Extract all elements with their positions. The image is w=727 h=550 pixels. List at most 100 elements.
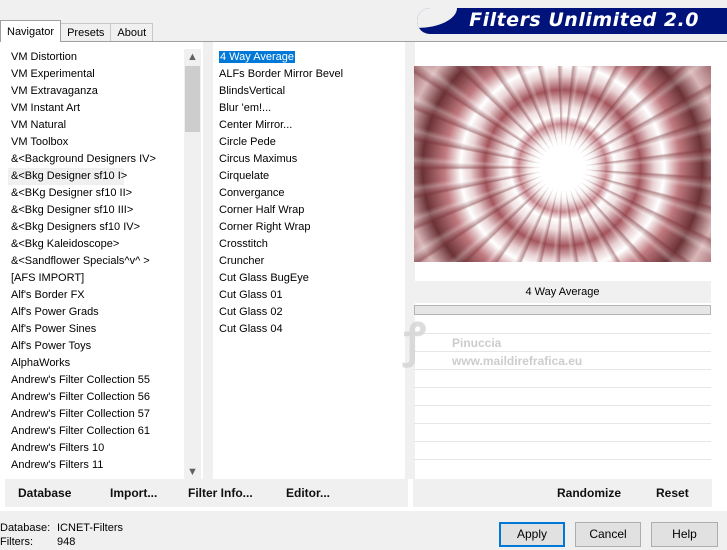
tab-navigator[interactable]: Navigator xyxy=(0,20,62,42)
parameter-row xyxy=(414,423,711,424)
app-title: Filters Unlimited 2.0 xyxy=(469,9,699,31)
category-item[interactable]: Alf's Power Sines xyxy=(0,321,184,338)
watermark-name: Pinuccia xyxy=(452,336,502,350)
category-item[interactable]: Andrew's Filter Collection 56 xyxy=(0,389,184,406)
database-button[interactable]: Database xyxy=(18,479,71,507)
filter-item[interactable]: BlindsVertical xyxy=(217,83,402,100)
filter-item-label: Crosstitch xyxy=(219,238,268,250)
reset-button[interactable]: Reset xyxy=(656,479,689,507)
tab-presets[interactable]: Presets xyxy=(60,23,112,42)
preview-filter-name: 4 Way Average xyxy=(414,281,711,303)
filter-item[interactable]: 4 Way Average xyxy=(217,49,402,66)
parameter-row xyxy=(414,441,711,442)
preview-image xyxy=(414,66,711,262)
tab-about[interactable]: About xyxy=(110,23,154,42)
category-item[interactable]: VM Distortion xyxy=(0,49,184,66)
filter-item-label: 4 Way Average xyxy=(219,51,295,63)
parameter-row xyxy=(414,369,711,370)
filter-item-label: Convergance xyxy=(219,187,285,199)
filter-item-label: BlindsVertical xyxy=(219,85,286,97)
filter-list[interactable]: 4 Way Average ALFs Border Mirror Bevel Bli… xyxy=(217,49,402,338)
filter-item[interactable]: Convergance xyxy=(217,185,402,202)
category-item[interactable]: &<Bkg Designer sf10 I> xyxy=(8,168,127,185)
category-item[interactable]: VM Instant Art xyxy=(0,100,184,117)
category-item[interactable]: Alf's Power Toys xyxy=(0,338,184,355)
filter-item-label: Cut Glass BugEye xyxy=(219,272,309,284)
category-item[interactable]: VM Experimental xyxy=(0,66,184,83)
category-item[interactable]: Andrew's Filter Collection 57 xyxy=(0,406,184,423)
category-item[interactable]: Alf's Power Grads xyxy=(0,304,184,321)
category-item[interactable]: &<Bkg Kaleidoscope> xyxy=(0,236,184,253)
watermark-url: www.maildirefrafica.eu xyxy=(452,354,583,368)
cancel-button[interactable]: Cancel xyxy=(575,522,641,547)
filter-item-label: Corner Right Wrap xyxy=(219,221,311,233)
category-item[interactable]: VM Toolbox xyxy=(0,134,184,151)
filter-item[interactable]: Corner Half Wrap xyxy=(217,202,402,219)
filter-item-label: Cut Glass 01 xyxy=(219,289,283,301)
category-item[interactable]: Andrew's Filters 11 xyxy=(0,457,184,469)
parameter-slider[interactable] xyxy=(414,305,711,315)
filter-item[interactable]: Circus Maximus xyxy=(217,151,402,168)
category-item[interactable]: Alf's Border FX xyxy=(0,287,184,304)
filters-label: Filters: xyxy=(0,536,33,548)
scroll-up-icon[interactable]: ▲ xyxy=(184,49,201,66)
category-item[interactable]: &<Background Designers IV> xyxy=(0,151,184,168)
filter-item[interactable]: Cirquelate xyxy=(217,168,402,185)
filter-item[interactable]: Cut Glass 02 xyxy=(217,304,402,321)
filter-item-label: Circus Maximus xyxy=(219,153,298,165)
parameter-row xyxy=(414,405,711,406)
filter-item[interactable]: Circle Pede xyxy=(217,134,402,151)
filter-actions-bar: Database Import... Filter Info... Editor… xyxy=(5,479,408,507)
filter-item[interactable]: Center Mirror... xyxy=(217,117,402,134)
preview-actions-bar: Randomize Reset xyxy=(413,479,712,507)
filter-item-label: Cut Glass 02 xyxy=(219,306,283,318)
category-scrollbar[interactable]: ▲ ▼ xyxy=(184,49,201,481)
column-divider xyxy=(203,42,213,479)
filter-item[interactable]: Cruncher xyxy=(217,253,402,270)
filter-item[interactable]: Cut Glass 01 xyxy=(217,287,402,304)
import-button[interactable]: Import... xyxy=(110,479,157,507)
filter-item-label: Cruncher xyxy=(219,255,265,267)
category-item[interactable]: Andrew's Filter Collection 55 xyxy=(0,372,184,389)
category-item[interactable]: &<Bkg Designer sf10 III> xyxy=(0,202,184,219)
filter-item-label: Circle Pede xyxy=(219,136,276,148)
filter-item-label: Blur 'em!... xyxy=(219,102,272,114)
filter-item[interactable]: Crosstitch xyxy=(217,236,402,253)
navigator-panel: VM Distortion VM Experimental VM Extravaga… xyxy=(0,41,727,511)
category-item[interactable]: VM Extravaganza xyxy=(0,83,184,100)
filter-item-label: Cirquelate xyxy=(219,170,270,182)
category-item[interactable]: AlphaWorks xyxy=(0,355,184,372)
scroll-thumb[interactable] xyxy=(185,66,200,132)
filter-item[interactable]: Cut Glass 04 xyxy=(217,321,402,338)
category-item[interactable]: &<BKg Designer sf10 II> xyxy=(0,185,184,202)
filter-item[interactable]: Cut Glass BugEye xyxy=(217,270,402,287)
filter-info-button[interactable]: Filter Info... xyxy=(188,479,253,507)
filters-count: 948 xyxy=(57,536,76,548)
watermark: ꝭ Pinuccia www.maildirefrafica.eu xyxy=(404,308,614,378)
filter-item-label: Center Mirror... xyxy=(219,119,293,131)
category-list[interactable]: VM Distortion VM Experimental VM Extravaga… xyxy=(0,49,184,469)
randomize-button[interactable]: Randomize xyxy=(557,479,621,507)
filter-item-label: Cut Glass 04 xyxy=(219,323,283,335)
filter-item-label: Corner Half Wrap xyxy=(219,204,305,216)
category-item[interactable]: Andrew's Filters 10 xyxy=(0,440,184,457)
tab-strip: Navigator Presets About xyxy=(0,20,154,42)
filter-item-label: ALFs Border Mirror Bevel xyxy=(219,68,344,80)
help-button[interactable]: Help xyxy=(651,522,718,547)
parameter-row xyxy=(414,333,711,334)
filter-item[interactable]: Corner Right Wrap xyxy=(217,219,402,236)
category-item[interactable]: [AFS IMPORT] xyxy=(0,270,184,287)
apply-button[interactable]: Apply xyxy=(499,522,565,547)
filter-item[interactable]: ALFs Border Mirror Bevel xyxy=(217,66,402,83)
parameter-row xyxy=(414,459,711,460)
category-item[interactable]: VM Natural xyxy=(0,117,184,134)
category-item[interactable]: Andrew's Filter Collection 61 xyxy=(0,423,184,440)
category-item[interactable]: &<Sandflower Specials^v^ > xyxy=(0,253,184,270)
parameter-row xyxy=(414,351,711,352)
category-item[interactable]: &<Bkg Designers sf10 IV> xyxy=(0,219,184,236)
parameter-row xyxy=(414,387,711,388)
filter-item[interactable]: Blur 'em!... xyxy=(217,100,402,117)
database-value: ICNET-Filters xyxy=(57,522,123,534)
editor-button[interactable]: Editor... xyxy=(286,479,330,507)
database-label: Database: xyxy=(0,522,51,534)
